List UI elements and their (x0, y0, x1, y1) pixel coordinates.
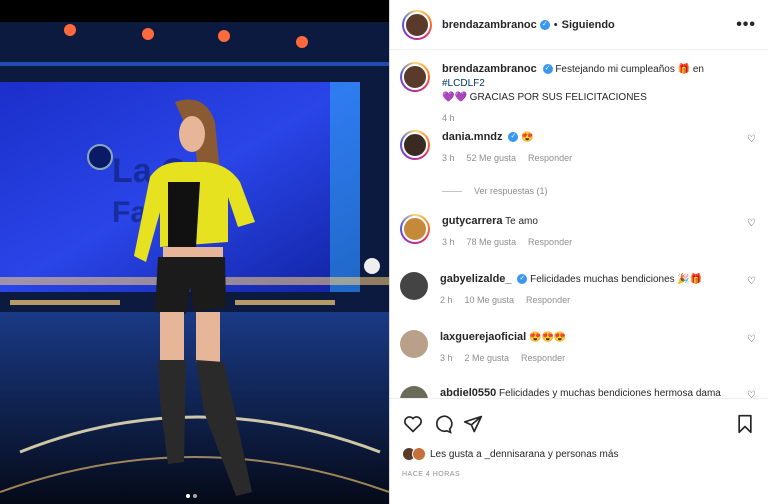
replies-divider (442, 190, 462, 192)
caption-username[interactable]: brendazambranoc (442, 63, 537, 75)
caption-time: 4 h (442, 113, 455, 123)
stage-photo: La Ca Fa (0, 22, 389, 504)
comment-likes[interactable]: 52 Me gusta (467, 153, 517, 163)
liked-by-text[interactable]: Les gusta a _dennisarana y personas más (430, 449, 618, 460)
post-side-panel: brendazambranoc ✓ • Siguiendo ••• brenda… (389, 0, 768, 504)
reply-button[interactable]: Responder (528, 237, 572, 247)
caption-text: Festejando mi cumpleaños 🎁 en (555, 64, 704, 75)
comment-username[interactable]: gutycarrera (442, 215, 503, 227)
comments-list: brendazambranoc ✓ Festejando mi cumpleañ… (390, 50, 768, 398)
carousel-dot-active (186, 494, 190, 498)
reply-button[interactable]: Responder (526, 295, 570, 305)
comment-avatar[interactable] (400, 330, 428, 358)
caption-avatar[interactable] (400, 62, 430, 92)
caption: brendazambranoc ✓ Festejando mi cumpleañ… (400, 62, 756, 125)
author-username[interactable]: brendazambranoc (442, 19, 537, 31)
post-actions: Les gusta a _dennisarana y personas más … (390, 398, 768, 504)
like-comment-icon[interactable]: ♡ (747, 134, 756, 145)
comment-avatar[interactable] (400, 130, 430, 160)
comment-text: 😍 (521, 132, 534, 143)
comment-likes[interactable]: 10 Me gusta (465, 295, 515, 305)
liker-avatar (412, 447, 426, 461)
comment-avatar[interactable] (400, 386, 428, 398)
heart-icon[interactable] (402, 413, 424, 435)
like-comment-icon[interactable]: ♡ (747, 218, 756, 229)
comment-avatar[interactable] (400, 272, 428, 300)
comment-username[interactable]: abdiel0550 (440, 387, 496, 398)
carousel-dot (193, 494, 197, 498)
caption-text-line2: 💜💜 GRACIAS POR SUS FELICITACIONES (442, 92, 647, 103)
verified-icon: ✓ (542, 64, 553, 75)
reply-button[interactable]: Responder (521, 353, 565, 363)
comment-avatar[interactable] (400, 214, 430, 244)
instagram-post-view: La Ca Fa (0, 0, 768, 504)
comment-time: 3 h (440, 353, 453, 363)
post-image[interactable]: La Ca Fa (0, 22, 389, 504)
more-options-icon[interactable]: ••• (736, 16, 756, 34)
comment-time: 3 h (442, 153, 455, 163)
caption-hashtag-link[interactable]: #LCDLF2 (442, 78, 485, 89)
like-comment-icon[interactable]: ♡ (747, 334, 756, 345)
comment-text: Felicidades muchas bendiciones 🎉🎁 (530, 274, 703, 285)
comment-item: gabyelizalde_ ✓ Felicidades muchas bendi… (400, 272, 756, 307)
view-replies-label[interactable]: Ver respuestas (1) (474, 186, 548, 196)
comment-time: 3 h (442, 237, 455, 247)
carousel-dots (186, 494, 197, 498)
comment-likes[interactable]: 78 Me gusta (467, 237, 517, 247)
view-replies[interactable]: Ver respuestas (1) (442, 186, 548, 196)
comment-text: Te amo (505, 216, 538, 227)
post-header: brendazambranoc ✓ • Siguiendo ••• (390, 0, 768, 50)
verified-icon: ✓ (517, 274, 528, 285)
verified-icon: ✓ (508, 132, 519, 143)
comment-username[interactable]: gabyelizalde_ (440, 273, 512, 285)
bookmark-icon[interactable] (734, 413, 756, 435)
comment-item: gutycarrera Te amo 3 h 78 Me gusta Respond… (400, 214, 756, 249)
separator-dot: • (553, 18, 558, 31)
reply-button[interactable]: Responder (528, 153, 572, 163)
like-comment-icon[interactable]: ♡ (747, 276, 756, 287)
liked-by[interactable]: Les gusta a _dennisarana y personas más (390, 441, 768, 467)
follow-status-button[interactable]: Siguiendo (562, 19, 615, 31)
verified-icon: ✓ (539, 19, 550, 30)
comment-item: dania.mndz ✓ 😍 3 h 52 Me gusta Responder ♡ (400, 130, 756, 165)
post-date: HACE 4 HORAS (402, 471, 461, 478)
comment-username[interactable]: dania.mndz (442, 131, 503, 143)
comment-likes[interactable]: 2 Me gusta (465, 353, 510, 363)
comment-item: laxguerejaoficial 😍😍😍 3 h 2 Me gusta Respo… (400, 330, 756, 365)
share-icon[interactable] (462, 413, 484, 435)
comment-icon[interactable] (432, 413, 454, 435)
author-avatar[interactable] (402, 9, 432, 40)
like-comment-icon[interactable]: ♡ (747, 390, 756, 398)
comment-item: abdiel0550 Felicidades y muchas bendicio… (400, 386, 756, 398)
comment-text: 😍😍😍 (529, 332, 567, 343)
comment-username[interactable]: laxguerejaoficial (440, 331, 526, 343)
comment-time: 2 h (440, 295, 453, 305)
comment-text: Felicidades y muchas bendiciones hermosa… (499, 388, 721, 398)
